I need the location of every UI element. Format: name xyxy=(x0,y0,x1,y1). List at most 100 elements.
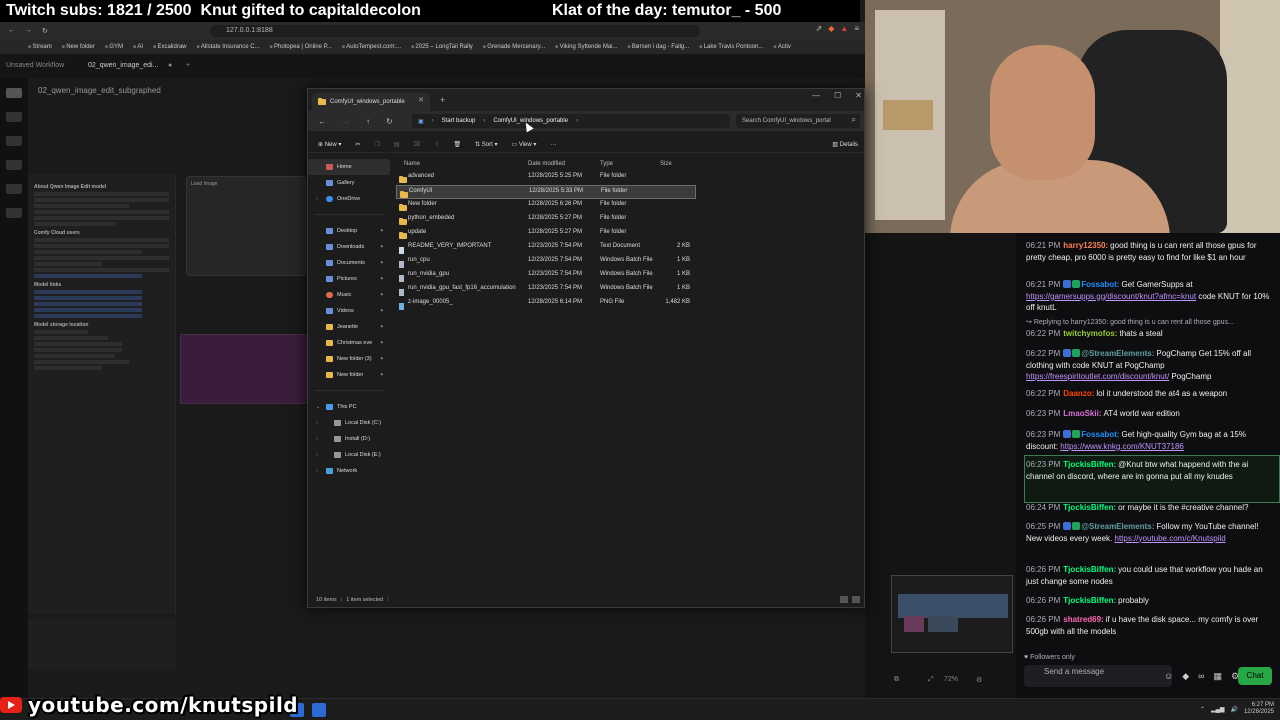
nodes-icon[interactable] xyxy=(6,136,22,146)
settings-icon[interactable]: ⚙ xyxy=(976,676,982,684)
bookmark-item[interactable]: Viking Syttende Mai... xyxy=(555,44,618,50)
bookmark-item[interactable]: 2025 – LongTail Rally xyxy=(411,44,472,50)
copy-icon[interactable]: ❐ xyxy=(374,141,379,148)
moderator-badge-icon[interactable] xyxy=(1063,280,1072,288)
new-tab-icon[interactable]: + xyxy=(440,95,445,105)
message-link[interactable]: https://freespiritoutlet.com/discount/kn… xyxy=(1026,372,1169,381)
share-icon[interactable]: ⇪ xyxy=(434,141,439,148)
brave-shield-icon[interactable]: ◆ xyxy=(828,24,834,33)
sidebar-item[interactable]: Downloads ✦ xyxy=(308,239,390,255)
moderator-badge-icon[interactable] xyxy=(1063,430,1072,438)
verified-badge-icon[interactable] xyxy=(1072,522,1081,530)
expand-icon[interactable]: › xyxy=(316,468,318,474)
file-row[interactable]: run_nvidia_gpu_fast_fp16_accumulation 12/… xyxy=(396,283,696,297)
gift-icon[interactable]: ▦ xyxy=(1214,671,1223,683)
file-row[interactable]: run_nvidia_gpu 12/23/2025 7:54 PM Windows … xyxy=(396,269,696,283)
pip-icon[interactable]: ⧉ xyxy=(894,676,899,684)
network-icon[interactable]: ▂▄▆ xyxy=(1211,706,1224,713)
file-row[interactable]: python_embeded 12/28/2025 5:27 PM File fol… xyxy=(396,213,696,227)
sidebar-item[interactable]: Jeanette ✦ xyxy=(308,319,390,335)
comfy-logo-icon[interactable] xyxy=(6,88,22,98)
new-button[interactable]: ⊕ New ▾ xyxy=(318,141,341,148)
tiles-view-icon[interactable] xyxy=(852,596,860,603)
rename-icon[interactable]: ⌧ xyxy=(414,141,421,148)
tab-unsaved-workflow[interactable]: Unsaved Workflow xyxy=(6,62,64,69)
tab-qwen-image-edit[interactable]: 02_qwen_image_edi... xyxy=(88,62,158,69)
explorer-tab[interactable]: ComfyUI_windows_portable ✕ xyxy=(312,93,430,111)
file-row[interactable]: update 12/28/2025 5:27 PM File folder xyxy=(396,227,696,241)
message-username[interactable]: @StreamElements: xyxy=(1081,349,1154,358)
message-link[interactable]: https://gamersupps.gg/discount/knut?afmc… xyxy=(1026,292,1196,301)
volume-icon[interactable]: 🔊 xyxy=(1230,706,1237,713)
video-preview[interactable] xyxy=(891,575,1013,653)
load-image-node[interactable]: Load Image xyxy=(186,176,306,276)
message-username[interactable]: TjockisBiffen: xyxy=(1063,503,1116,512)
bookmark-item[interactable]: Activ xyxy=(773,44,791,50)
sidebar-item[interactable]: Documents ✦ xyxy=(308,255,390,271)
expand-icon[interactable]: ⌄ xyxy=(316,404,320,410)
bookmark-item[interactable]: New folder xyxy=(62,44,95,50)
models-icon[interactable] xyxy=(6,160,22,170)
back-icon[interactable]: ← xyxy=(318,117,326,126)
message-username[interactable]: twitchymofos: xyxy=(1063,329,1117,338)
sidebar-item[interactable]: › Network xyxy=(308,463,390,479)
sidebar-item[interactable]: Christmas eve ✦ xyxy=(308,335,390,351)
close-tab-icon[interactable]: ✕ xyxy=(418,96,424,104)
view-button[interactable]: ▭ View ▾ xyxy=(511,141,536,148)
maximize-icon[interactable]: ☐ xyxy=(834,91,841,100)
bookmark-item[interactable]: Stream xyxy=(28,44,51,50)
app-taskbar-icon[interactable] xyxy=(312,703,326,717)
close-window-icon[interactable]: ✕ xyxy=(855,91,862,100)
bits-icon[interactable]: ◆ xyxy=(1182,671,1189,683)
message-username[interactable]: TjockisBiffen: xyxy=(1063,565,1116,574)
sidebar-item[interactable]: Home xyxy=(308,159,390,175)
refresh-icon[interactable]: ↻ xyxy=(386,117,393,126)
cut-icon[interactable]: ✂ xyxy=(355,141,360,148)
breadcrumb[interactable]: ▣ › Start backup › ComfyUI_windows_porta… xyxy=(412,114,730,128)
assets-icon[interactable] xyxy=(6,112,22,122)
message-username[interactable]: Fossabot: xyxy=(1081,430,1119,439)
tray-chevron-icon[interactable]: ⌃ xyxy=(1200,706,1205,713)
expand-icon[interactable]: › xyxy=(316,436,318,442)
bookmark-item[interactable]: Allstate Insurance C... xyxy=(197,44,260,50)
workflows-icon[interactable] xyxy=(6,184,22,194)
sidebar-item[interactable]: › Local Disk (E:) xyxy=(308,447,390,463)
column-name[interactable]: Name xyxy=(404,161,420,167)
message-username[interactable]: TjockisBiffen: xyxy=(1063,460,1116,469)
message-username[interactable]: Fossabot: xyxy=(1081,280,1119,289)
forward-icon[interactable]: → xyxy=(342,117,350,126)
sidebar-item[interactable]: ⌄ This PC xyxy=(308,399,390,415)
sidebar-item[interactable]: Gallery xyxy=(308,175,390,191)
chat-input[interactable]: Send a message xyxy=(1024,665,1172,687)
sidebar-item[interactable]: New folder ✦ xyxy=(308,367,390,383)
forward-icon[interactable]: → xyxy=(25,27,32,35)
menu-icon[interactable]: ≡ xyxy=(854,24,859,33)
bookmark-item[interactable]: GYM xyxy=(105,44,123,50)
breadcrumb-start-backup[interactable]: Start backup xyxy=(442,118,476,124)
share-icon[interactable]: ⇗ xyxy=(816,24,823,33)
column-date[interactable]: Date modified xyxy=(528,161,565,167)
file-row[interactable]: z-image_00005_ 12/28/2025 6:14 PM PNG File… xyxy=(396,297,696,311)
bookmark-item[interactable]: Photopea | Online P... xyxy=(270,44,332,50)
bookmark-item[interactable]: Lake Travis Pontoon... xyxy=(699,44,764,50)
sort-button[interactable]: ⇅ Sort ▾ xyxy=(475,141,497,148)
sidebar-item[interactable]: Pictures ✦ xyxy=(308,271,390,287)
address-bar[interactable]: 127.0.0.1:8188 xyxy=(210,25,700,37)
message-link[interactable]: https://www.knkg.com/KNUT37186 xyxy=(1060,442,1184,451)
chat-button[interactable]: Chat xyxy=(1238,667,1272,685)
moderator-badge-icon[interactable] xyxy=(1063,522,1072,530)
tab-close-icon[interactable]: ● xyxy=(168,62,172,69)
file-row[interactable]: advanced 12/28/2025 5:25 PM File folder xyxy=(396,171,696,185)
column-type[interactable]: Type xyxy=(600,161,613,167)
sidebar-item[interactable]: › Local Disk (C:) xyxy=(308,415,390,431)
file-row[interactable]: README_VERY_IMPORTANT 12/23/2025 7:54 PM T… xyxy=(396,241,696,255)
sidebar-item[interactable]: New folder (3) ✦ xyxy=(308,351,390,367)
message-link[interactable]: https://youtube.com/c/Knutspild xyxy=(1115,534,1226,543)
back-icon[interactable]: ← xyxy=(8,27,15,35)
bookmark-item[interactable]: AI xyxy=(133,44,143,50)
new-tab-icon[interactable]: + xyxy=(186,62,190,69)
message-username[interactable]: Daanzo: xyxy=(1063,389,1094,398)
message-username[interactable]: @StreamElements: xyxy=(1081,522,1154,531)
expand-icon[interactable]: › xyxy=(316,452,318,458)
verified-badge-icon[interactable] xyxy=(1072,280,1081,288)
